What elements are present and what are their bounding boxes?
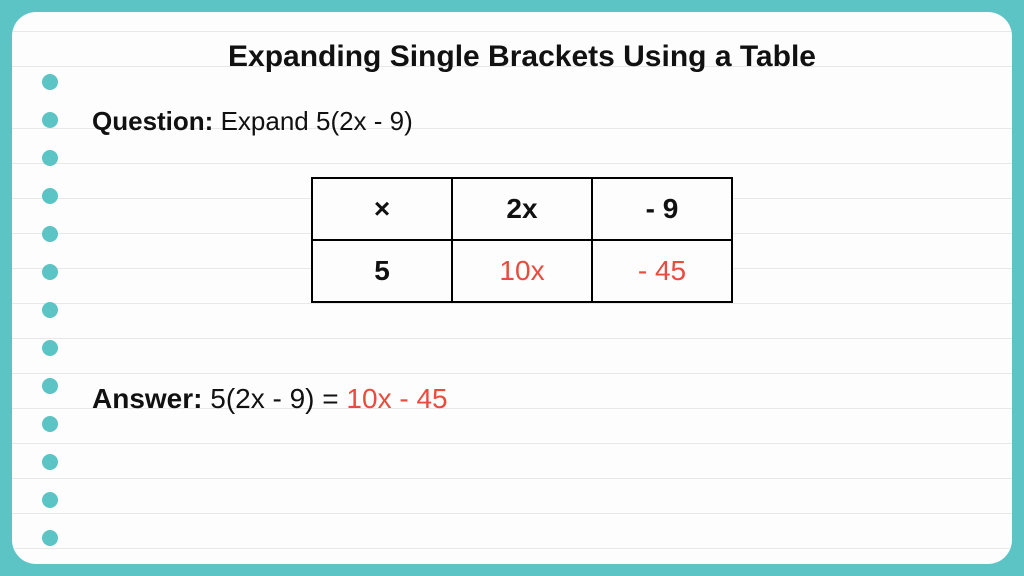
table-row-lead: 5 xyxy=(312,240,452,302)
multiplication-table: × 2x - 9 5 10x - 45 xyxy=(311,177,733,303)
hole-icon xyxy=(42,302,58,318)
hole-icon xyxy=(42,454,58,470)
hole-icon xyxy=(42,378,58,394)
table-header-row: × 2x - 9 xyxy=(312,178,732,240)
table-header-cell: 2x xyxy=(452,178,592,240)
hole-icon xyxy=(42,74,58,90)
table-result-cell: 10x xyxy=(452,240,592,302)
table-header-cell: × xyxy=(312,178,452,240)
table-header-cell: - 9 xyxy=(592,178,732,240)
question-label: Question: xyxy=(92,106,213,136)
hole-icon xyxy=(42,492,58,508)
page-title: Expanding Single Brackets Using a Table xyxy=(92,40,952,74)
lesson-card: Expanding Single Brackets Using a Table … xyxy=(12,12,1012,564)
table-wrap: × 2x - 9 5 10x - 45 xyxy=(92,177,952,303)
answer-line: Answer: 5(2x - 9) = 10x - 45 xyxy=(92,383,952,415)
answer-expression: 5(2x - 9) = xyxy=(210,383,338,414)
answer-label: Answer: xyxy=(92,383,202,414)
answer-result: 10x - 45 xyxy=(346,383,447,414)
question-text: Expand 5(2x - 9) xyxy=(221,106,413,136)
hole-icon xyxy=(42,150,58,166)
hole-icon xyxy=(42,416,58,432)
table-row: 5 10x - 45 xyxy=(312,240,732,302)
hole-icon xyxy=(42,530,58,546)
hole-icon xyxy=(42,264,58,280)
binder-holes xyxy=(42,74,58,546)
hole-icon xyxy=(42,112,58,128)
hole-icon xyxy=(42,188,58,204)
table-result-cell: - 45 xyxy=(592,240,732,302)
hole-icon xyxy=(42,226,58,242)
hole-icon xyxy=(42,340,58,356)
question-line: Question: Expand 5(2x - 9) xyxy=(92,106,952,137)
content-area: Expanding Single Brackets Using a Table … xyxy=(92,40,952,415)
